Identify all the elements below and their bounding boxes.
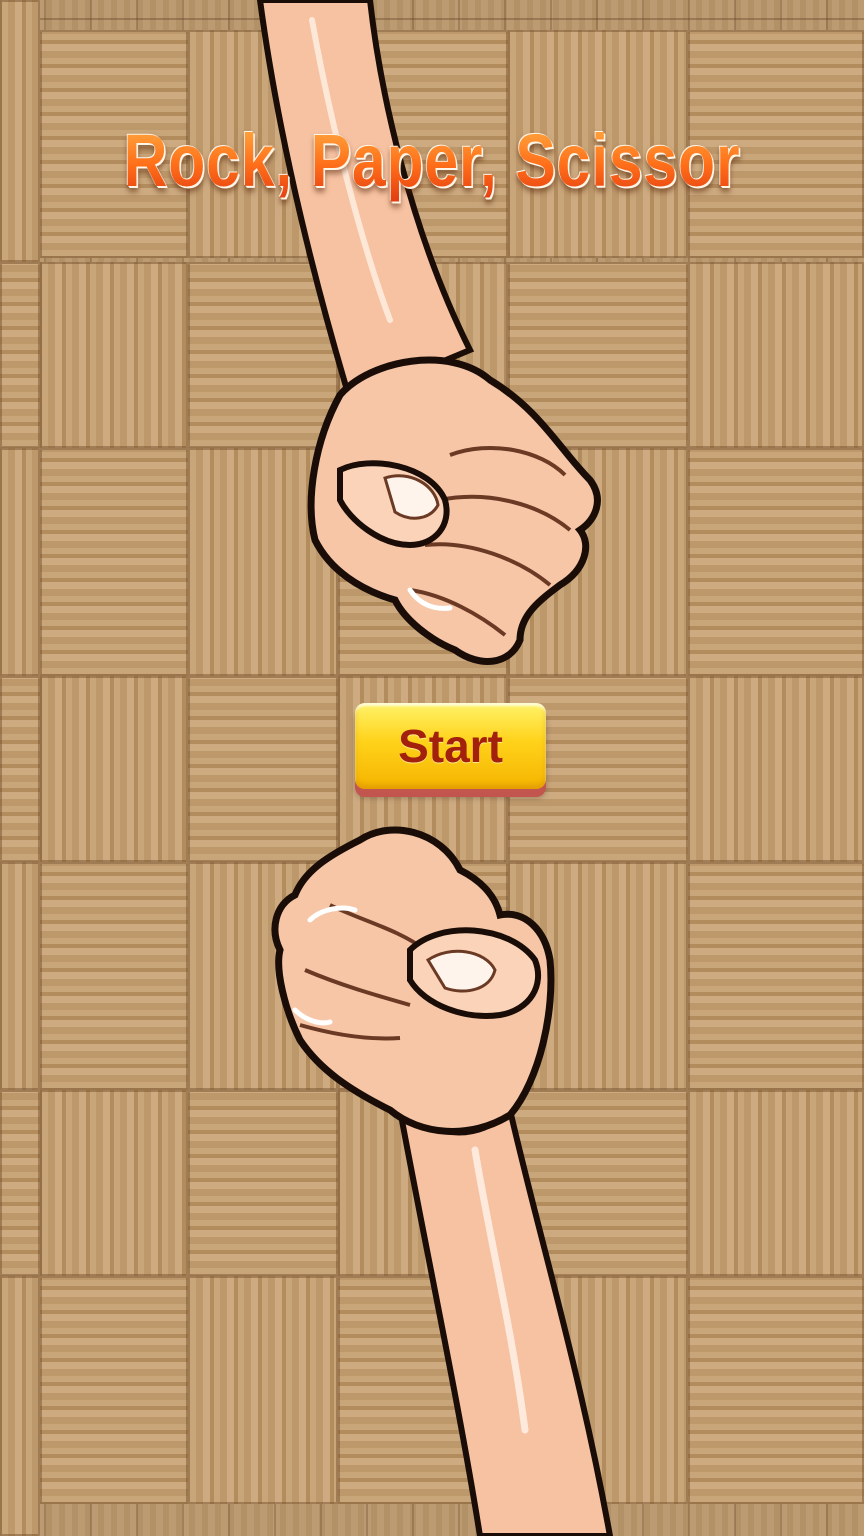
floor-tile [40,676,188,862]
player-fist-icon [271,826,614,1536]
floor-tile [688,448,864,676]
floor-tile [40,862,188,1090]
opponent-fist-icon [256,0,601,665]
floor-tile [0,262,40,448]
floor-tile [688,1090,864,1276]
floor-tile [688,676,864,862]
floor-tile [688,262,864,448]
floor-tile [40,1276,188,1504]
floor-tile [0,676,40,862]
floor-tile [0,862,40,1090]
floor-tile [40,1090,188,1276]
floor-tile [0,0,40,262]
floor-tile [688,862,864,1090]
floor-tile [688,1276,864,1504]
floor-tile [40,448,188,676]
floor-tile [40,262,188,448]
start-button[interactable]: Start [355,703,546,789]
floor-tile [0,448,40,676]
game-title: Rock, Paper, Scissor [78,118,786,203]
floor-tile [0,1276,40,1536]
floor-tile [0,1090,40,1276]
